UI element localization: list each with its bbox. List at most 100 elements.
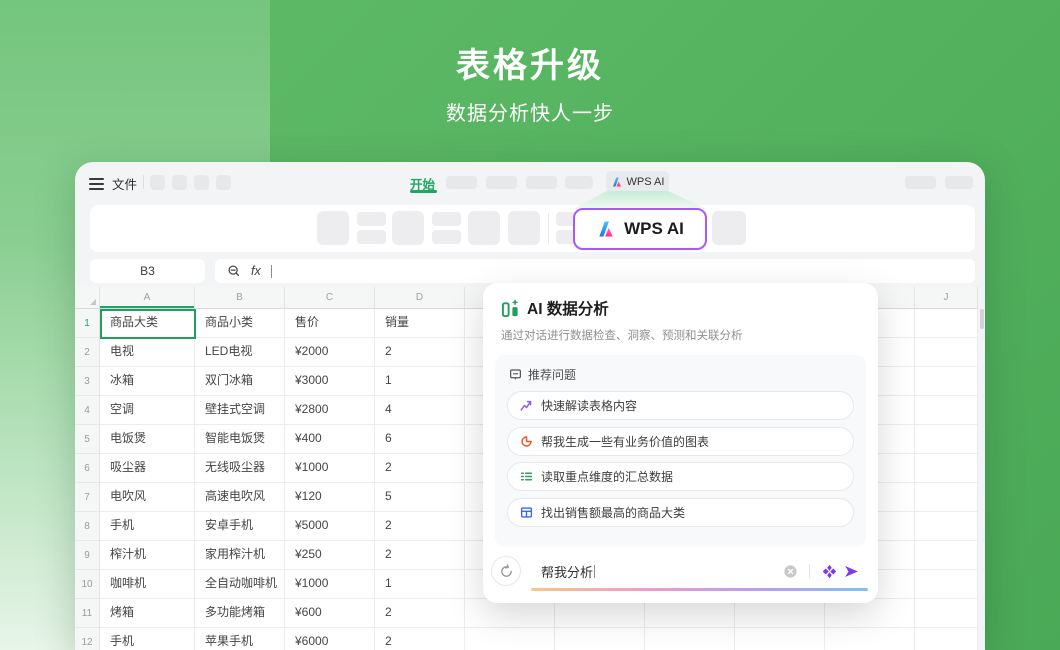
cell-G11[interactable] bbox=[645, 599, 735, 628]
cell-D12[interactable]: 2 bbox=[375, 628, 465, 650]
cell-A9[interactable]: 榨汁机 bbox=[100, 541, 195, 570]
cell-J6[interactable] bbox=[915, 454, 978, 483]
cell-J11[interactable] bbox=[915, 599, 978, 628]
cell-J3[interactable] bbox=[915, 367, 978, 396]
toolbar-placeholder[interactable] bbox=[432, 212, 461, 226]
cell-A6[interactable]: 吸尘器 bbox=[100, 454, 195, 483]
cell-A12[interactable]: 手机 bbox=[100, 628, 195, 650]
cell-D9[interactable]: 2 bbox=[375, 541, 465, 570]
row-header-1[interactable]: 1 bbox=[75, 309, 100, 338]
hamburger-menu-icon[interactable] bbox=[89, 175, 104, 193]
toolbar-placeholder[interactable] bbox=[432, 230, 461, 244]
cell-A10[interactable]: 咖啡机 bbox=[100, 570, 195, 599]
cell-C5[interactable]: ¥400 bbox=[285, 425, 375, 454]
row-header-9[interactable]: 9 bbox=[75, 541, 100, 570]
toolbar-placeholder[interactable] bbox=[712, 211, 746, 245]
menu-placeholder[interactable] bbox=[172, 175, 187, 190]
cell-A4[interactable]: 空调 bbox=[100, 396, 195, 425]
row-header-8[interactable]: 8 bbox=[75, 512, 100, 541]
cell-J8[interactable] bbox=[915, 512, 978, 541]
cell-D2[interactable]: 2 bbox=[375, 338, 465, 367]
cell-D6[interactable]: 2 bbox=[375, 454, 465, 483]
cell-B9[interactable]: 家用榨汁机 bbox=[195, 541, 285, 570]
cell-E12[interactable] bbox=[465, 628, 555, 650]
cell-J10[interactable] bbox=[915, 570, 978, 599]
menu-placeholder[interactable] bbox=[150, 175, 165, 190]
cell-A5[interactable]: 电饭煲 bbox=[100, 425, 195, 454]
cell-A11[interactable]: 烤箱 bbox=[100, 599, 195, 628]
cell-B8[interactable]: 安卓手机 bbox=[195, 512, 285, 541]
scrollbar-thumb[interactable] bbox=[980, 309, 984, 329]
toolbar-placeholder[interactable] bbox=[357, 212, 386, 226]
row-header-4[interactable]: 4 bbox=[75, 396, 100, 425]
row-header-7[interactable]: 7 bbox=[75, 483, 100, 512]
menu-tab-placeholder[interactable] bbox=[486, 176, 517, 189]
tab-wps-ai[interactable]: WPS AI bbox=[606, 171, 669, 193]
clear-input-button[interactable] bbox=[779, 560, 801, 582]
cell-C2[interactable]: ¥2000 bbox=[285, 338, 375, 367]
cell-J12[interactable] bbox=[915, 628, 978, 650]
cell-A7[interactable]: 电吹风 bbox=[100, 483, 195, 512]
cell-C4[interactable]: ¥2800 bbox=[285, 396, 375, 425]
cell-I11[interactable] bbox=[825, 599, 915, 628]
cell-C3[interactable]: ¥3000 bbox=[285, 367, 375, 396]
cell-J1[interactable] bbox=[915, 309, 978, 338]
cell-C8[interactable]: ¥5000 bbox=[285, 512, 375, 541]
cell-C11[interactable]: ¥600 bbox=[285, 599, 375, 628]
cell-B3[interactable]: 双门冰箱 bbox=[195, 367, 285, 396]
cell-B10[interactable]: 全自动咖啡机 bbox=[195, 570, 285, 599]
cell-A1[interactable]: 商品大类 bbox=[100, 309, 195, 338]
select-all-corner[interactable] bbox=[75, 287, 100, 309]
cell-A3[interactable]: 冰箱 bbox=[100, 367, 195, 396]
cell-I12[interactable] bbox=[825, 628, 915, 650]
cell-J2[interactable] bbox=[915, 338, 978, 367]
cell-B5[interactable]: 智能电饭煲 bbox=[195, 425, 285, 454]
row-header-11[interactable]: 11 bbox=[75, 599, 100, 628]
column-header-B[interactable]: B bbox=[195, 287, 285, 309]
cell-D11[interactable]: 2 bbox=[375, 599, 465, 628]
cell-G12[interactable] bbox=[645, 628, 735, 650]
menu-placeholder[interactable] bbox=[905, 176, 936, 189]
cell-D10[interactable]: 1 bbox=[375, 570, 465, 599]
cell-D5[interactable]: 6 bbox=[375, 425, 465, 454]
toolbar-placeholder[interactable] bbox=[508, 211, 540, 245]
row-header-12[interactable]: 12 bbox=[75, 628, 100, 650]
suggestion-button-4[interactable]: 找出销售额最高的商品大类 bbox=[507, 498, 854, 527]
toolbar-placeholder[interactable] bbox=[392, 211, 424, 245]
vertical-scrollbar[interactable] bbox=[978, 287, 985, 650]
row-header-6[interactable]: 6 bbox=[75, 454, 100, 483]
row-header-10[interactable]: 10 bbox=[75, 570, 100, 599]
cell-C12[interactable]: ¥6000 bbox=[285, 628, 375, 650]
cell-E11[interactable] bbox=[465, 599, 555, 628]
cell-D8[interactable]: 2 bbox=[375, 512, 465, 541]
cell-F12[interactable] bbox=[555, 628, 645, 650]
cell-B4[interactable]: 壁挂式空调 bbox=[195, 396, 285, 425]
cell-D4[interactable]: 4 bbox=[375, 396, 465, 425]
row-header-2[interactable]: 2 bbox=[75, 338, 100, 367]
cell-B12[interactable]: 苹果手机 bbox=[195, 628, 285, 650]
column-header-J[interactable]: J bbox=[915, 287, 978, 309]
cell-F11[interactable] bbox=[555, 599, 645, 628]
cell-J7[interactable] bbox=[915, 483, 978, 512]
cell-D1[interactable]: 销量 bbox=[375, 309, 465, 338]
cell-B1[interactable]: 商品小类 bbox=[195, 309, 285, 338]
cell-B7[interactable]: 高速电吹风 bbox=[195, 483, 285, 512]
cell-D3[interactable]: 1 bbox=[375, 367, 465, 396]
cell-B11[interactable]: 多功能烤箱 bbox=[195, 599, 285, 628]
send-button[interactable] bbox=[840, 560, 862, 582]
menu-placeholder[interactable] bbox=[216, 175, 231, 190]
cell-J5[interactable] bbox=[915, 425, 978, 454]
name-box[interactable]: B3 bbox=[90, 259, 205, 283]
menu-file[interactable]: 文件 bbox=[112, 174, 137, 193]
column-header-D[interactable]: D bbox=[375, 287, 465, 309]
cell-C10[interactable]: ¥1000 bbox=[285, 570, 375, 599]
menu-placeholder[interactable] bbox=[194, 175, 209, 190]
fx-icon[interactable]: fx bbox=[251, 264, 261, 278]
cell-C1[interactable]: 售价 bbox=[285, 309, 375, 338]
cell-H11[interactable] bbox=[735, 599, 825, 628]
toolbar-placeholder[interactable] bbox=[357, 230, 386, 244]
menu-tab-placeholder[interactable] bbox=[565, 176, 593, 189]
cell-C9[interactable]: ¥250 bbox=[285, 541, 375, 570]
cell-J4[interactable] bbox=[915, 396, 978, 425]
toolbar-placeholder[interactable] bbox=[468, 211, 500, 245]
